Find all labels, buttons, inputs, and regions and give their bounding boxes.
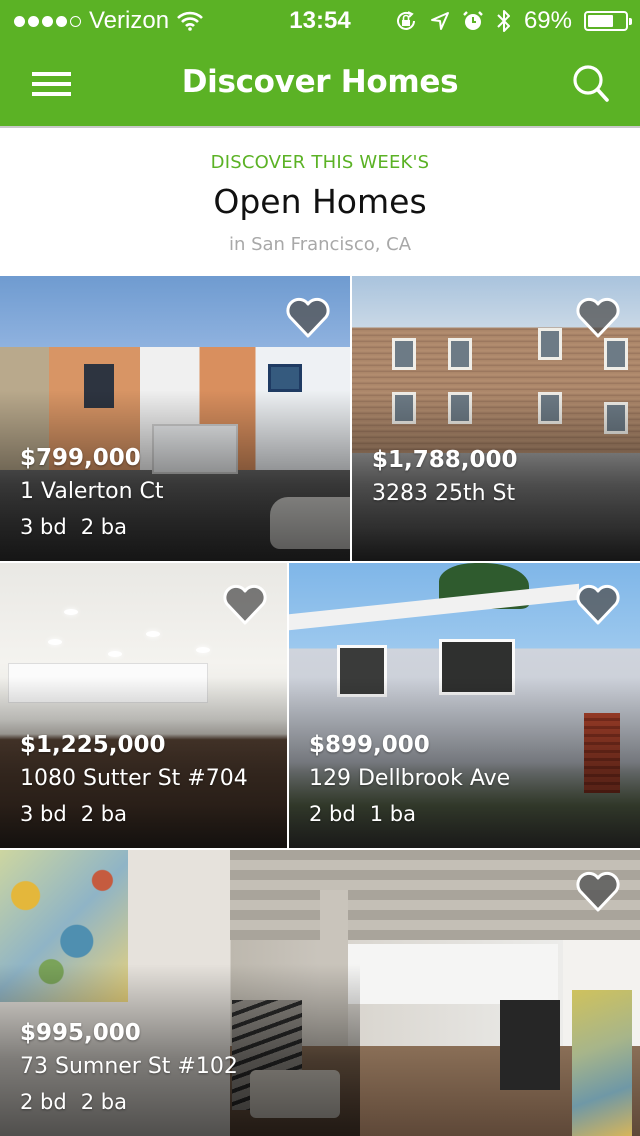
favorite-button[interactable] xyxy=(574,296,622,340)
heart-icon xyxy=(223,584,267,625)
listing-beds: 3 bd xyxy=(20,515,67,539)
app-header: Verizon 13:54 69% Discover Homes xyxy=(0,0,640,128)
bluetooth-icon xyxy=(496,8,512,34)
location-arrow-icon xyxy=(430,11,450,31)
navigation-bar: Discover Homes xyxy=(0,40,640,128)
battery-icon xyxy=(584,11,632,31)
listing-baths: 2 ba xyxy=(80,1090,127,1114)
listing-beds: 2 bd xyxy=(309,802,356,826)
page-title: Discover Homes xyxy=(181,64,459,100)
listing-address: 129 Dellbrook Ave xyxy=(309,766,511,791)
listing-beds: 2 bd xyxy=(20,1090,67,1114)
heart-icon xyxy=(576,297,620,338)
battery-percent: 69% xyxy=(523,7,572,34)
rotation-lock-icon xyxy=(394,9,418,33)
listing-baths: 2 ba xyxy=(80,802,127,826)
listing-card[interactable]: $799,000 1 Valerton Ct 3 bd 2 ba xyxy=(0,276,350,561)
heart-icon xyxy=(576,584,620,625)
section-eyebrow: DISCOVER THIS WEEK'S xyxy=(210,152,430,173)
alarm-clock-icon xyxy=(462,10,484,32)
section-header: DISCOVER THIS WEEK'S Open Homes in San F… xyxy=(0,130,640,276)
favorite-button[interactable] xyxy=(574,583,622,627)
favorite-button[interactable] xyxy=(284,296,332,340)
listing-card[interactable]: $899,000 129 Dellbrook Ave 2 bd 1 ba xyxy=(289,563,640,848)
listing-address: 1 Valerton Ct xyxy=(20,479,164,504)
section-location: in San Francisco, CA xyxy=(228,234,412,255)
favorite-button[interactable] xyxy=(574,870,622,914)
listing-baths: 1 ba xyxy=(369,802,416,826)
favorite-button[interactable] xyxy=(221,583,269,627)
listing-address: 1080 Sutter St #704 xyxy=(20,766,248,791)
listing-card[interactable]: $1,788,000 3283 25th St xyxy=(352,276,640,561)
listing-price: $1,788,000 xyxy=(372,447,518,473)
listing-price: $799,000 xyxy=(20,445,141,471)
search-icon xyxy=(573,65,609,102)
listing-specs: 2 bd 2 ba xyxy=(20,1084,238,1120)
search-button[interactable] xyxy=(568,60,616,108)
listing-card[interactable]: $1,225,000 1080 Sutter St #704 3 bd 2 ba xyxy=(0,563,287,848)
heart-icon xyxy=(286,297,330,338)
listing-price: $899,000 xyxy=(309,732,430,758)
listing-specs: 3 bd 2 ba xyxy=(20,796,248,832)
listing-address: 3283 25th St xyxy=(372,481,516,506)
listing-card[interactable]: $995,000 73 Sumner St #102 2 bd 2 ba xyxy=(0,850,640,1136)
listing-price: $995,000 xyxy=(20,1020,141,1046)
listing-specs: 3 bd 2 ba xyxy=(20,509,164,545)
listing-baths: 2 ba xyxy=(80,515,127,539)
listing-specs: 2 bd 1 ba xyxy=(309,796,510,832)
status-bar: Verizon 13:54 69% xyxy=(0,0,640,40)
listing-price: $1,225,000 xyxy=(20,732,166,758)
listing-beds: 3 bd xyxy=(20,802,67,826)
listing-address: 73 Sumner St #102 xyxy=(20,1054,238,1079)
heart-icon xyxy=(576,871,620,912)
section-title: Open Homes xyxy=(213,182,427,221)
